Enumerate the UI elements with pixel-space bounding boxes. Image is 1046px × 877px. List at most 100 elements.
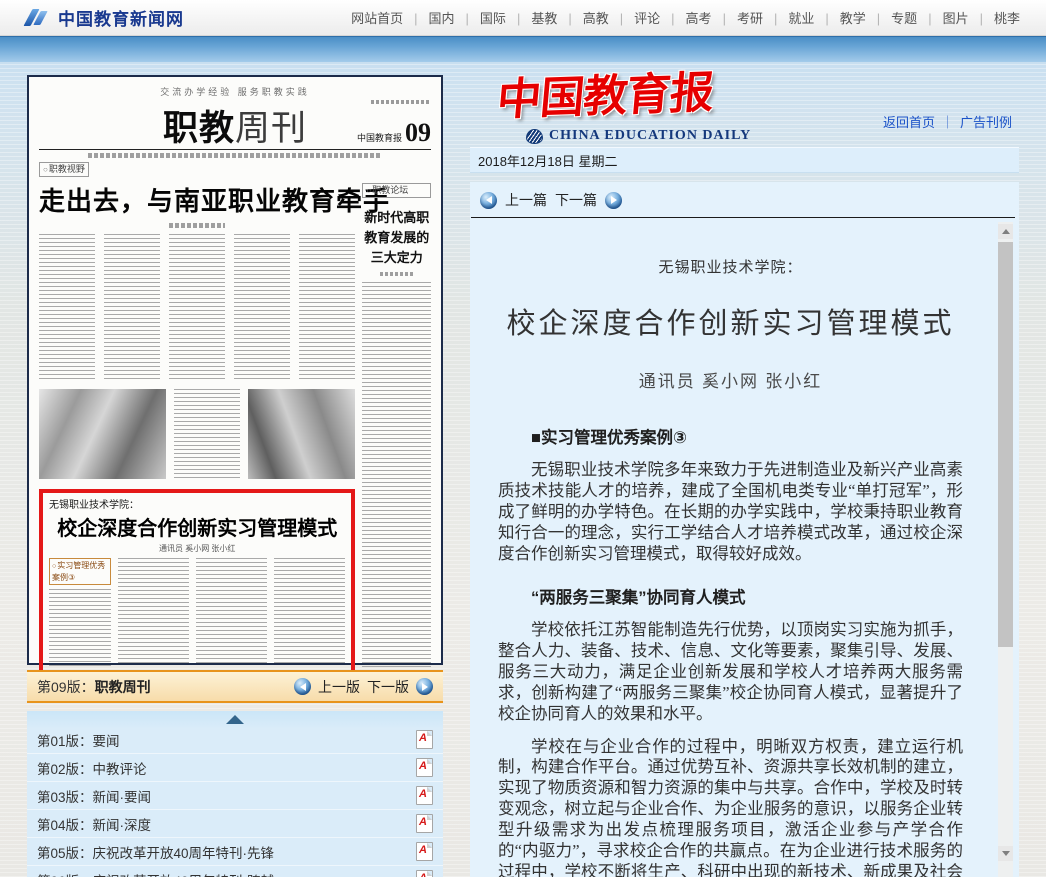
article-content: 无锡职业技术学院： 校企深度合作创新实习管理模式 通讯员 奚小网 张小红 ■实习… — [498, 256, 963, 877]
nav-item-gaokao[interactable]: 高考 — [660, 8, 711, 27]
article-case-tag: ■实习管理优秀案例③ — [498, 424, 963, 448]
nav-item-teaching[interactable]: 教学 — [814, 8, 865, 27]
edition-label[interactable]: 第06版：庆祝改革开放40周年特刊·跨越 — [37, 870, 274, 877]
edition-label[interactable]: 第04版：新闻·深度 — [37, 814, 151, 834]
newspaper-page-image[interactable]: 交流办学经验 服务职教实践 职教周刊 中国教育报 09 职教视野 走出去，与南亚… — [27, 75, 443, 665]
paper-section-label: 职教视野 — [39, 162, 89, 177]
nav-item-basic-edu[interactable]: 基教 — [506, 8, 557, 27]
redbox-columns: 实习管理优秀案例③ — [49, 558, 345, 666]
redbox-case-tag: 实习管理优秀案例③ — [49, 558, 111, 585]
newspaper-photo-1 — [39, 389, 166, 479]
edition-row-01[interactable]: 第01版：要闻 — [27, 726, 443, 754]
paper-page-number: 中国教育报 09 — [357, 122, 431, 144]
site-logo[interactable]: 中国教育新闻网 — [26, 5, 184, 30]
paper-sidebar-column: 职教论坛 新时代高职教育发展的三大定力 — [362, 179, 431, 675]
nav-item-domestic[interactable]: 国内 — [403, 8, 454, 27]
article-scrollbar[interactable] — [998, 222, 1013, 877]
redbox-title: 校企深度合作创新实习管理模式 — [49, 512, 345, 541]
prev-edition-icon[interactable] — [294, 678, 311, 695]
scrollbar-thumb[interactable] — [998, 242, 1013, 647]
article-paragraph: 无锡职业技术学院多年来致力于先进制造业及新兴产业高素质技术技能人才的培养，建成了… — [498, 460, 963, 565]
newsprint-column — [104, 234, 160, 380]
site-logo-icon — [26, 8, 50, 28]
pdf-icon[interactable] — [416, 870, 433, 877]
top-nav: 网站首页 国内 国际 基教 高教 评论 高考 考研 就业 教学 专题 图片 桃李 — [351, 8, 1020, 27]
edition-row-02[interactable]: 第02版：中教评论 — [27, 754, 443, 782]
pdf-icon[interactable] — [416, 786, 433, 805]
daily-logo-cn: 中国教育报 — [495, 56, 716, 127]
article-paragraph: 学校依托江苏智能制造先行优势，以顶岗实习实施为抓手，整合人力、装备、技术、信息、… — [498, 620, 963, 725]
pdf-icon[interactable] — [416, 730, 433, 749]
paper-photo-row — [39, 389, 355, 479]
highlighted-article-box[interactable]: 无锡职业技术学院： 校企深度合作创新实习管理模式 通讯员 奚小网 张小红 实习管… — [39, 489, 355, 675]
redbox-byline: 通讯员 奚小网 张小红 — [49, 543, 345, 554]
paper-text-columns — [39, 234, 355, 380]
scrollbar-up-icon[interactable] — [998, 224, 1013, 239]
redbox-tag-column: 实习管理优秀案例③ — [49, 558, 111, 666]
nav-item-taoli[interactable]: 桃李 — [969, 8, 1020, 27]
pdf-icon[interactable] — [416, 814, 433, 833]
paper-brand-small: 中国教育报 — [357, 131, 402, 144]
newspaper-photo-2 — [248, 389, 355, 479]
next-edition-link[interactable]: 下一版 — [367, 677, 409, 697]
edition-label[interactable]: 第03版：新闻·要闻 — [37, 786, 151, 806]
next-edition-icon[interactable] — [416, 678, 433, 695]
nav-item-special[interactable]: 专题 — [866, 8, 917, 27]
collapse-arrow-icon[interactable] — [226, 715, 244, 724]
article-byline: 通讯员 奚小网 张小红 — [498, 367, 963, 392]
edition-row-03[interactable]: 第03版：新闻·要闻 — [27, 782, 443, 810]
daily-masthead: 中国教育报 CHINA EDUCATION DAILY — [498, 60, 751, 144]
current-edition-name: 职教周刊 — [95, 677, 151, 697]
newsprint-column — [169, 234, 225, 380]
paper-sidebar-label: 职教论坛 — [362, 183, 431, 198]
date-bar: 2018年12月18日 星期二 — [470, 147, 1019, 173]
prev-edition-link[interactable]: 上一版 — [318, 677, 360, 697]
edition-list-panel: 第01版：要闻 第02版：中教评论 第03版：新闻·要闻 第04版：新闻·深度 … — [27, 711, 443, 877]
prev-article-icon[interactable] — [480, 192, 497, 209]
next-article-icon[interactable] — [605, 192, 622, 209]
newsprint-column — [118, 558, 189, 666]
daily-logo-en: CHINA EDUCATION DAILY — [549, 128, 751, 144]
edition-nav: 上一版 下一版 — [294, 677, 433, 697]
current-edition-prefix: 第09版： — [37, 677, 95, 697]
nav-item-higher-edu[interactable]: 高教 — [557, 8, 608, 27]
daily-logo-en-row: CHINA EDUCATION DAILY — [526, 128, 751, 144]
nav-item-jobs[interactable]: 就业 — [763, 8, 814, 27]
paper-page-no: 09 — [405, 122, 431, 144]
article-heading: “两服务三聚集”协同育人模式 — [498, 584, 963, 608]
paper-main-columns: 走出去，与南亚职业教育牵手 无锡职业技术学院： 校企深度合作创新实习管理模式 通… — [39, 179, 355, 675]
paper-byline-texture — [169, 223, 225, 228]
site-header: 中国教育新闻网 网站首页 国内 国际 基教 高教 评论 高考 考研 就业 教学 … — [0, 0, 1046, 36]
paper-headline: 走出去，与南亚职业教育牵手 — [39, 181, 355, 218]
edition-label[interactable]: 第05版：庆祝改革开放40周年特刊·先锋 — [37, 842, 274, 862]
ad-rates-link[interactable]: 广告刊例 — [935, 112, 1012, 131]
newsprint-column — [299, 234, 355, 380]
photo-caption-texture — [174, 389, 240, 479]
next-article-link[interactable]: 下一篇 — [555, 190, 597, 210]
article-nav: 上一篇 下一篇 — [470, 182, 1019, 217]
nav-item-kaoyan[interactable]: 考研 — [712, 8, 763, 27]
nav-item-pictures[interactable]: 图片 — [917, 8, 968, 27]
prev-article-link[interactable]: 上一篇 — [505, 190, 547, 210]
nav-item-home[interactable]: 网站首页 — [351, 8, 403, 27]
pdf-icon[interactable] — [416, 842, 433, 861]
redbox-pretitle: 无锡职业技术学院： — [49, 496, 345, 511]
edition-row-06[interactable]: 第06版：庆祝改革开放40周年特刊·跨越 — [27, 866, 443, 877]
leaf-logo-icon — [526, 129, 543, 144]
article-panel: 上一篇 下一篇 无锡职业技术学院： 校企深度合作创新实习管理模式 通讯员 奚小网… — [470, 182, 1019, 877]
edition-row-05[interactable]: 第05版：庆祝改革开放40周年特刊·先锋 — [27, 838, 443, 866]
edition-row-04[interactable]: 第04版：新闻·深度 — [27, 810, 443, 838]
newsprint-column — [49, 589, 111, 666]
nav-item-international[interactable]: 国际 — [455, 8, 506, 27]
newsprint-column — [362, 282, 431, 675]
nav-item-comment[interactable]: 评论 — [609, 8, 660, 27]
pdf-icon[interactable] — [416, 758, 433, 777]
newsprint-column — [274, 558, 345, 666]
edition-label[interactable]: 第01版：要闻 — [37, 730, 120, 750]
newsprint-column — [39, 234, 95, 380]
back-home-link[interactable]: 返回首页 — [883, 112, 935, 131]
scrollbar-down-icon[interactable] — [998, 846, 1013, 861]
paper-sidebar-title: 新时代高职教育发展的三大定力 — [362, 208, 431, 268]
masthead-links: 返回首页 广告刊例 — [883, 112, 1012, 131]
edition-label[interactable]: 第02版：中教评论 — [37, 758, 147, 778]
